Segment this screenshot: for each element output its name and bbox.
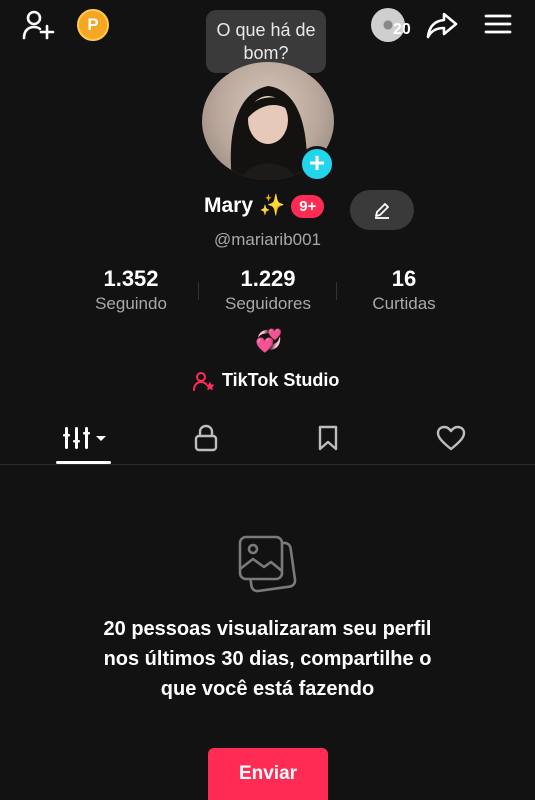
menu-icon[interactable] <box>480 8 516 40</box>
stat-following-value: 1.352 <box>103 266 159 291</box>
tiktok-studio-link[interactable]: TikTok Studio <box>193 370 339 391</box>
stat-following-label: Seguindo <box>95 294 167 313</box>
send-button[interactable]: Enviar <box>208 748 328 800</box>
stat-likes[interactable]: 16 Curtidas <box>354 266 454 314</box>
bio-emoji: 💞 <box>255 328 283 353</box>
tabs-divider <box>0 464 535 465</box>
share-icon[interactable] <box>424 8 460 42</box>
coins-icon[interactable]: P <box>77 9 109 41</box>
tiktok-studio-label: TikTok Studio <box>222 370 340 390</box>
sparkle-emoji: ✨ <box>259 194 286 217</box>
tab-private[interactable] <box>176 420 236 456</box>
videos-grid-icon <box>63 427 106 449</box>
profile-name: Mary <box>204 194 254 217</box>
stat-divider <box>198 282 199 300</box>
lock-icon <box>194 424 218 452</box>
stat-likes-label: Curtidas <box>372 294 436 313</box>
tab-saved[interactable] <box>298 420 358 456</box>
stat-likes-value: 16 <box>391 266 417 291</box>
edit-profile-button[interactable] <box>350 190 414 230</box>
username-handle-row: @mariarib001 <box>0 230 535 250</box>
empty-state-message: 20 pessoas visualizaram seu perfil nos ú… <box>103 618 432 700</box>
stat-divider <box>336 282 337 300</box>
add-avatar-button[interactable]: + <box>299 146 335 182</box>
add-friend-icon[interactable] <box>20 8 56 42</box>
stat-followers[interactable]: 1.229 Seguidores <box>213 266 323 314</box>
tab-liked[interactable] <box>421 420 481 456</box>
stat-following[interactable]: 1.352 Seguindo <box>81 266 181 314</box>
username-handle[interactable]: @mariarib001 <box>214 230 321 250</box>
tab-videos[interactable] <box>56 420 116 456</box>
stat-followers-value: 1.229 <box>240 266 296 291</box>
profile-name-row: Mary ✨ 9+ <box>204 194 325 218</box>
profile-views-count[interactable]: 20 <box>393 21 411 39</box>
pencil-icon <box>375 203 389 219</box>
photo-gallery-icon <box>237 533 297 598</box>
studio-person-icon <box>193 371 215 391</box>
heart-icon <box>436 425 466 451</box>
bookmark-icon <box>318 425 338 451</box>
stat-followers-label: Seguidores <box>224 294 311 313</box>
notification-badge[interactable]: 9+ <box>291 194 325 218</box>
